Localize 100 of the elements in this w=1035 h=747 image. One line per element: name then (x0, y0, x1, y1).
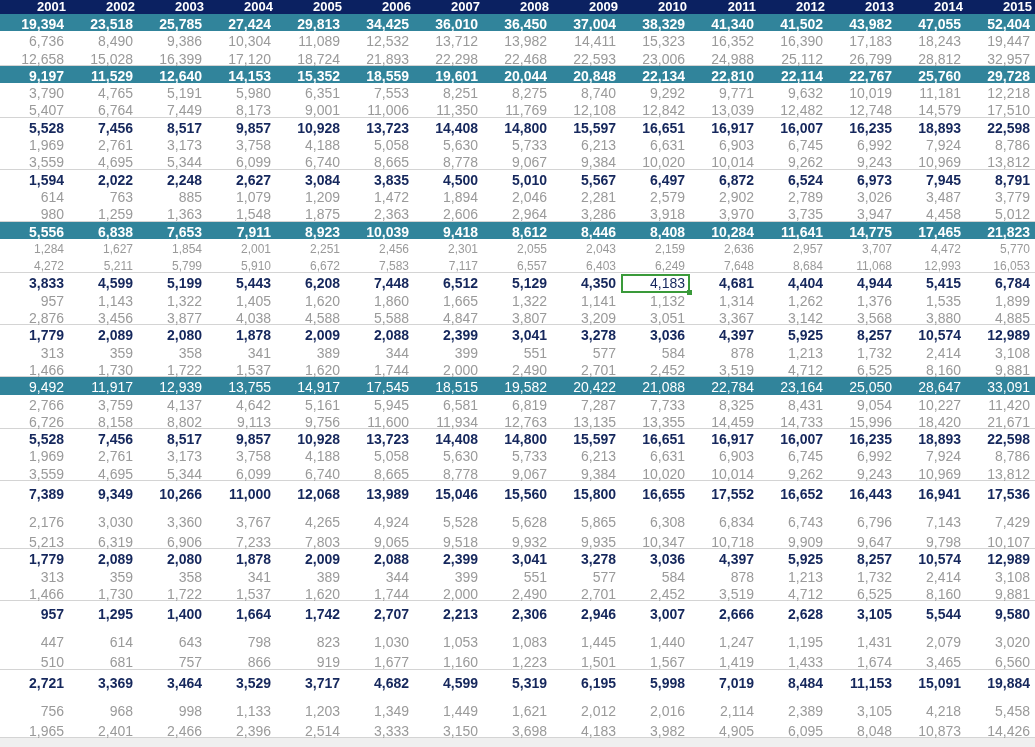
table-cell[interactable]: 681 (69, 652, 138, 673)
table-cell[interactable]: 10,873 (897, 720, 966, 741)
table-cell[interactable]: 6,560 (966, 652, 1035, 673)
table-cell[interactable]: 1,621 (483, 700, 552, 721)
table-cell[interactable]: 3,105 (828, 604, 897, 625)
table-cell[interactable]: 41,340 (690, 14, 759, 34)
table-cell[interactable]: 1,247 (690, 632, 759, 653)
table-cell[interactable]: 3,464 (138, 672, 207, 693)
table-cell[interactable]: 6,319 (69, 532, 138, 552)
column-header[interactable]: 2012 (759, 0, 828, 14)
table-cell[interactable]: 7,019 (690, 672, 759, 693)
table-cell[interactable]: 5,213 (0, 532, 69, 552)
table-cell[interactable]: 5,628 (483, 512, 552, 532)
table-cell[interactable]: 10,347 (621, 532, 690, 552)
table-cell[interactable]: 17,552 (690, 484, 759, 504)
table-cell[interactable]: 15,560 (483, 484, 552, 504)
table-cell[interactable]: 8,048 (828, 720, 897, 741)
table-cell[interactable]: 15,046 (414, 484, 483, 504)
table-cell[interactable]: 10,107 (966, 532, 1035, 552)
table-cell[interactable]: 2,306 (483, 604, 552, 625)
table-cell[interactable]: 9,932 (483, 532, 552, 552)
table-cell[interactable]: 9,065 (345, 532, 414, 552)
table-cell[interactable]: 1,132 (621, 290, 690, 311)
column-header[interactable]: 2009 (552, 0, 621, 14)
table-cell[interactable]: 10,266 (138, 484, 207, 504)
column-header[interactable]: 2002 (69, 0, 138, 14)
table-cell[interactable]: 2,176 (0, 512, 69, 532)
table-cell[interactable]: 10,718 (690, 532, 759, 552)
table-cell[interactable]: 998 (138, 700, 207, 721)
column-header[interactable]: 2001 (0, 0, 69, 14)
table-cell[interactable]: 8,484 (759, 672, 828, 693)
table-cell[interactable]: 2,016 (621, 700, 690, 721)
table-cell[interactable]: 4,599 (414, 672, 483, 693)
table-cell[interactable]: 1,223 (483, 652, 552, 673)
table-cell[interactable]: 3,465 (897, 652, 966, 673)
table-cell[interactable]: 1,440 (621, 632, 690, 653)
table-cell[interactable]: 2,721 (0, 672, 69, 693)
table-cell[interactable]: 2,213 (414, 604, 483, 625)
column-header[interactable]: 2007 (414, 0, 483, 14)
table-cell[interactable]: 1,445 (552, 632, 621, 653)
column-header[interactable]: 2010 (621, 0, 690, 14)
table-cell[interactable]: 1,030 (345, 632, 414, 653)
table-cell[interactable]: 3,717 (276, 672, 345, 693)
table-cell[interactable]: 447 (0, 632, 69, 653)
table-cell[interactable]: 6,834 (690, 512, 759, 532)
table-cell[interactable]: 7,233 (207, 532, 276, 552)
column-header[interactable]: 2013 (828, 0, 897, 14)
table-cell[interactable]: 9,580 (966, 604, 1035, 625)
table-cell[interactable]: 9,909 (759, 532, 828, 552)
table-cell[interactable]: 1,433 (759, 652, 828, 673)
column-header[interactable]: 2003 (138, 0, 207, 14)
table-cell[interactable]: 6,308 (621, 512, 690, 532)
table-cell[interactable]: 5,865 (552, 512, 621, 532)
table-cell[interactable]: 4,682 (345, 672, 414, 693)
table-cell[interactable]: 25,785 (138, 14, 207, 34)
table-cell[interactable]: 5,998 (621, 672, 690, 693)
table-cell[interactable]: 6,743 (759, 512, 828, 532)
column-header[interactable]: 2004 (207, 0, 276, 14)
table-cell[interactable]: 5,319 (483, 672, 552, 693)
table-cell[interactable]: 2,114 (690, 700, 759, 721)
table-cell[interactable]: 3,767 (207, 512, 276, 532)
table-cell[interactable]: 2,389 (759, 700, 828, 721)
table-cell[interactable]: 16,652 (759, 484, 828, 504)
table-cell[interactable]: 19,394 (0, 14, 69, 34)
table-cell[interactable]: 9,349 (69, 484, 138, 504)
table-cell[interactable]: 614 (69, 632, 138, 653)
table-cell[interactable]: 1,449 (414, 700, 483, 721)
table-cell[interactable]: 11,000 (207, 484, 276, 504)
table-cell[interactable]: 23,518 (69, 14, 138, 34)
table-cell[interactable]: 2,628 (759, 604, 828, 625)
table-cell[interactable]: 4,183 (552, 720, 621, 741)
column-header[interactable]: 2008 (483, 0, 552, 14)
table-cell[interactable]: 1,203 (276, 700, 345, 721)
table-cell[interactable]: 798 (207, 632, 276, 653)
table-cell[interactable]: 957 (0, 604, 69, 625)
table-cell[interactable]: 52,404 (966, 14, 1035, 34)
table-cell[interactable]: 4,265 (276, 512, 345, 532)
table-cell[interactable]: 9,935 (552, 532, 621, 552)
table-cell[interactable]: 2,466 (138, 720, 207, 741)
table-cell[interactable]: 9,798 (897, 532, 966, 552)
table-cell[interactable]: 38,329 (621, 14, 690, 34)
table-cell[interactable]: 47,055 (897, 14, 966, 34)
table-cell[interactable]: 2,946 (552, 604, 621, 625)
table-cell[interactable]: 6,195 (552, 672, 621, 693)
table-cell[interactable]: 17,536 (966, 484, 1035, 504)
table-cell[interactable]: 4,905 (690, 720, 759, 741)
table-cell[interactable]: 1,400 (138, 604, 207, 625)
table-cell[interactable]: 37,004 (552, 14, 621, 34)
table-cell[interactable]: 3,529 (207, 672, 276, 693)
table-cell[interactable]: 3,333 (345, 720, 414, 741)
table-cell[interactable]: 1,295 (69, 604, 138, 625)
table-cell[interactable]: 2,396 (207, 720, 276, 741)
table-cell[interactable]: 14,426 (966, 720, 1035, 741)
table-cell[interactable]: 3,150 (414, 720, 483, 741)
table-cell[interactable]: 1,419 (690, 652, 759, 673)
table-cell[interactable]: 968 (69, 700, 138, 721)
table-cell[interactable]: 1,195 (759, 632, 828, 653)
table-cell[interactable]: 36,010 (414, 14, 483, 34)
table-cell[interactable]: 1,160 (414, 652, 483, 673)
table-cell[interactable]: 16,443 (828, 484, 897, 504)
